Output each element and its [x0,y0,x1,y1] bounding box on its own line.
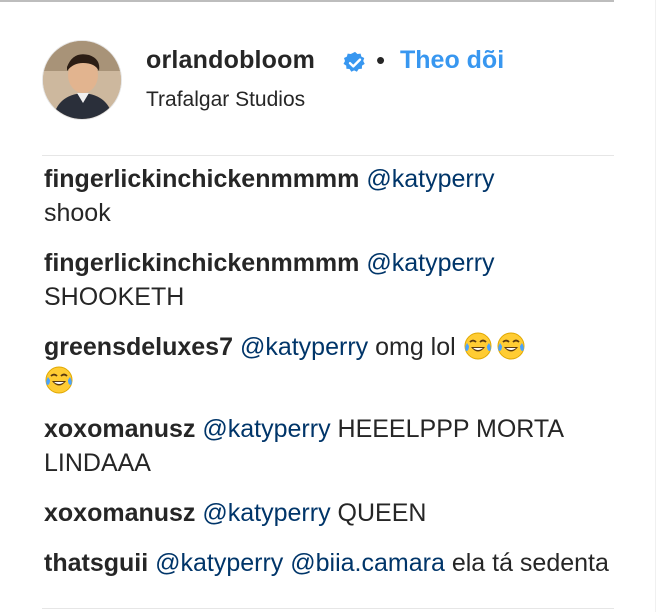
comment-text: QUEEN [337,499,427,527]
post-username[interactable]: orlandobloom [146,46,315,75]
tears-of-joy-emoji-icon [463,331,493,361]
verified-badge-icon [343,51,367,75]
comment-text: omg lol [375,333,456,361]
comment-username[interactable]: fingerlickinchickenmmmm [44,249,359,277]
comment-username[interactable]: xoxomanusz [44,415,195,443]
comment-username[interactable]: greensdeluxes7 [44,333,233,361]
comment-text: SHOOKETH [44,283,185,311]
post-location[interactable]: Trafalgar Studios [146,88,305,112]
post-header: orlandobloom • Theo dõi Trafalgar Studio… [42,38,622,122]
comment-list: fingerlickinchickenmmmm @katyperry shook… [44,162,614,596]
comment-mention[interactable]: @katyperry [366,249,494,277]
follow-button[interactable]: Theo dõi [400,46,504,75]
comment-username[interactable]: xoxomanusz [44,499,195,527]
tears-of-joy-emoji-icon [496,331,526,361]
comment-text: ela tá sedenta [451,549,609,577]
right-edge [655,0,656,612]
tears-of-joy-emoji-icon [44,365,74,395]
comment-mention[interactable]: @katyperry [155,549,283,577]
comment-item: fingerlickinchickenmmmm @katyperry shook [44,162,614,230]
header-divider [42,155,614,156]
comment-item: greensdeluxes7 @katyperry omg lol [44,330,614,398]
top-border [0,0,614,2]
comment-mention[interactable]: @katyperry [202,499,330,527]
comment-item: thatsguii @katyperry @biia.camara ela tá… [44,546,614,580]
comment-mention[interactable]: @katyperry [366,165,494,193]
comment-username[interactable]: fingerlickinchickenmmmm [44,165,359,193]
comment-item: fingerlickinchickenmmmm @katyperry SHOOK… [44,246,614,314]
comment-text: shook [44,199,111,227]
comment-mention[interactable]: @katyperry [202,415,330,443]
avatar-photo-icon [43,41,121,119]
comment-username[interactable]: thatsguii [44,549,148,577]
bottom-divider [42,608,614,609]
separator-dot: • [376,45,386,75]
comment-item: xoxomanusz @katyperry QUEEN [44,496,614,530]
comment-item: xoxomanusz @katyperry HEEELPPP MORTA LIN… [44,412,614,480]
comment-mention[interactable]: @katyperry [240,333,368,361]
avatar[interactable] [42,40,122,120]
comment-mention[interactable]: @biia.camara [290,549,445,577]
